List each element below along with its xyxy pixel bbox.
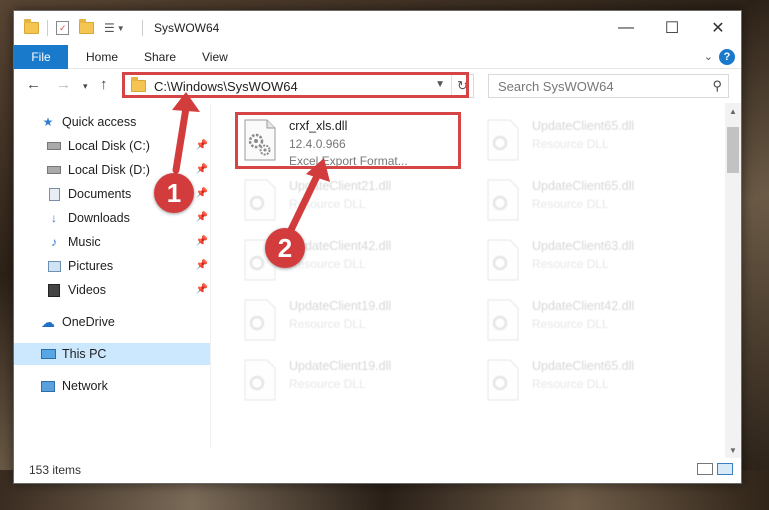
arrow-2: [286, 170, 322, 236]
callout-badge-1: 1: [154, 173, 194, 213]
arrow-1-head: [172, 92, 200, 112]
annotation-arrows: [172, 92, 330, 236]
callout-badge-2: 2: [265, 228, 305, 268]
arrow-1: [172, 104, 190, 174]
